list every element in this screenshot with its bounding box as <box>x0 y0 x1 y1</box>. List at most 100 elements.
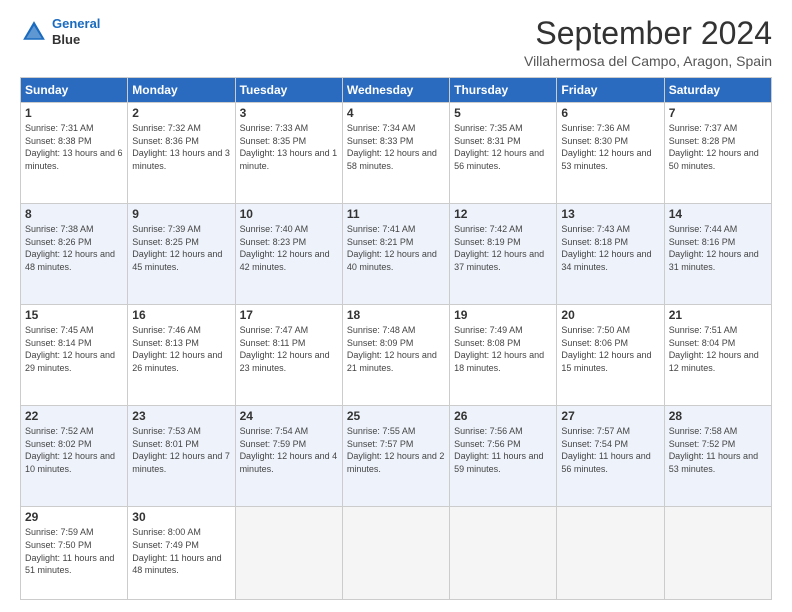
day-info: Sunrise: 7:53 AM Sunset: 8:01 PM Dayligh… <box>132 425 230 475</box>
day-info: Sunrise: 7:43 AM Sunset: 8:18 PM Dayligh… <box>561 223 659 273</box>
day-number: 8 <box>25 207 123 221</box>
day-number: 11 <box>347 207 445 221</box>
logo-icon <box>20 18 48 46</box>
table-row: 10 Sunrise: 7:40 AM Sunset: 8:23 PM Dayl… <box>235 204 342 305</box>
header-wednesday: Wednesday <box>342 78 449 103</box>
day-number: 21 <box>669 308 767 322</box>
calendar-week-row: 8 Sunrise: 7:38 AM Sunset: 8:26 PM Dayli… <box>21 204 772 305</box>
table-row: 29 Sunrise: 7:59 AM Sunset: 7:50 PM Dayl… <box>21 507 128 600</box>
day-info: Sunrise: 7:31 AM Sunset: 8:38 PM Dayligh… <box>25 122 123 172</box>
day-info: Sunrise: 7:58 AM Sunset: 7:52 PM Dayligh… <box>669 425 767 475</box>
table-row: 21 Sunrise: 7:51 AM Sunset: 8:04 PM Dayl… <box>664 305 771 406</box>
day-info: Sunrise: 7:56 AM Sunset: 7:56 PM Dayligh… <box>454 425 552 475</box>
table-row: 7 Sunrise: 7:37 AM Sunset: 8:28 PM Dayli… <box>664 103 771 204</box>
day-number: 10 <box>240 207 338 221</box>
table-row <box>664 507 771 600</box>
day-info: Sunrise: 7:42 AM Sunset: 8:19 PM Dayligh… <box>454 223 552 273</box>
logo-text: General Blue <box>52 16 100 47</box>
day-info: Sunrise: 7:57 AM Sunset: 7:54 PM Dayligh… <box>561 425 659 475</box>
header-thursday: Thursday <box>450 78 557 103</box>
day-number: 4 <box>347 106 445 120</box>
day-number: 20 <box>561 308 659 322</box>
table-row: 27 Sunrise: 7:57 AM Sunset: 7:54 PM Dayl… <box>557 406 664 507</box>
day-number: 17 <box>240 308 338 322</box>
day-number: 3 <box>240 106 338 120</box>
table-row: 5 Sunrise: 7:35 AM Sunset: 8:31 PM Dayli… <box>450 103 557 204</box>
table-row: 2 Sunrise: 7:32 AM Sunset: 8:36 PM Dayli… <box>128 103 235 204</box>
table-row: 30 Sunrise: 8:00 AM Sunset: 7:49 PM Dayl… <box>128 507 235 600</box>
month-title: September 2024 <box>524 16 772 51</box>
day-info: Sunrise: 7:51 AM Sunset: 8:04 PM Dayligh… <box>669 324 767 374</box>
day-number: 14 <box>669 207 767 221</box>
table-row: 9 Sunrise: 7:39 AM Sunset: 8:25 PM Dayli… <box>128 204 235 305</box>
table-row: 26 Sunrise: 7:56 AM Sunset: 7:56 PM Dayl… <box>450 406 557 507</box>
page: General Blue September 2024 Villahermosa… <box>0 0 792 612</box>
table-row: 19 Sunrise: 7:49 AM Sunset: 8:08 PM Dayl… <box>450 305 557 406</box>
calendar-week-row: 1 Sunrise: 7:31 AM Sunset: 8:38 PM Dayli… <box>21 103 772 204</box>
table-row <box>342 507 449 600</box>
day-number: 12 <box>454 207 552 221</box>
table-row: 17 Sunrise: 7:47 AM Sunset: 8:11 PM Dayl… <box>235 305 342 406</box>
day-number: 29 <box>25 510 123 524</box>
day-number: 13 <box>561 207 659 221</box>
day-number: 5 <box>454 106 552 120</box>
day-info: Sunrise: 7:40 AM Sunset: 8:23 PM Dayligh… <box>240 223 338 273</box>
table-row: 11 Sunrise: 7:41 AM Sunset: 8:21 PM Dayl… <box>342 204 449 305</box>
table-row: 12 Sunrise: 7:42 AM Sunset: 8:19 PM Dayl… <box>450 204 557 305</box>
day-info: Sunrise: 7:35 AM Sunset: 8:31 PM Dayligh… <box>454 122 552 172</box>
table-row: 25 Sunrise: 7:55 AM Sunset: 7:57 PM Dayl… <box>342 406 449 507</box>
logo: General Blue <box>20 16 100 47</box>
day-number: 27 <box>561 409 659 423</box>
calendar-week-row: 15 Sunrise: 7:45 AM Sunset: 8:14 PM Dayl… <box>21 305 772 406</box>
table-row: 6 Sunrise: 7:36 AM Sunset: 8:30 PM Dayli… <box>557 103 664 204</box>
day-info: Sunrise: 7:33 AM Sunset: 8:35 PM Dayligh… <box>240 122 338 172</box>
day-number: 1 <box>25 106 123 120</box>
day-number: 18 <box>347 308 445 322</box>
table-row: 20 Sunrise: 7:50 AM Sunset: 8:06 PM Dayl… <box>557 305 664 406</box>
header-friday: Friday <box>557 78 664 103</box>
day-info: Sunrise: 8:00 AM Sunset: 7:49 PM Dayligh… <box>132 526 230 576</box>
header-monday: Monday <box>128 78 235 103</box>
table-row: 3 Sunrise: 7:33 AM Sunset: 8:35 PM Dayli… <box>235 103 342 204</box>
location-title: Villahermosa del Campo, Aragon, Spain <box>524 53 772 69</box>
table-row: 8 Sunrise: 7:38 AM Sunset: 8:26 PM Dayli… <box>21 204 128 305</box>
day-info: Sunrise: 7:32 AM Sunset: 8:36 PM Dayligh… <box>132 122 230 172</box>
day-info: Sunrise: 7:47 AM Sunset: 8:11 PM Dayligh… <box>240 324 338 374</box>
day-info: Sunrise: 7:49 AM Sunset: 8:08 PM Dayligh… <box>454 324 552 374</box>
calendar-header-row: Sunday Monday Tuesday Wednesday Thursday… <box>21 78 772 103</box>
day-info: Sunrise: 7:34 AM Sunset: 8:33 PM Dayligh… <box>347 122 445 172</box>
day-info: Sunrise: 7:59 AM Sunset: 7:50 PM Dayligh… <box>25 526 123 576</box>
table-row <box>557 507 664 600</box>
day-number: 23 <box>132 409 230 423</box>
table-row: 18 Sunrise: 7:48 AM Sunset: 8:09 PM Dayl… <box>342 305 449 406</box>
day-number: 2 <box>132 106 230 120</box>
day-info: Sunrise: 7:45 AM Sunset: 8:14 PM Dayligh… <box>25 324 123 374</box>
header-saturday: Saturday <box>664 78 771 103</box>
day-number: 22 <box>25 409 123 423</box>
day-info: Sunrise: 7:39 AM Sunset: 8:25 PM Dayligh… <box>132 223 230 273</box>
calendar-week-row: 29 Sunrise: 7:59 AM Sunset: 7:50 PM Dayl… <box>21 507 772 600</box>
day-number: 16 <box>132 308 230 322</box>
table-row: 23 Sunrise: 7:53 AM Sunset: 8:01 PM Dayl… <box>128 406 235 507</box>
day-info: Sunrise: 7:36 AM Sunset: 8:30 PM Dayligh… <box>561 122 659 172</box>
day-number: 30 <box>132 510 230 524</box>
day-info: Sunrise: 7:46 AM Sunset: 8:13 PM Dayligh… <box>132 324 230 374</box>
day-number: 24 <box>240 409 338 423</box>
table-row: 4 Sunrise: 7:34 AM Sunset: 8:33 PM Dayli… <box>342 103 449 204</box>
header-tuesday: Tuesday <box>235 78 342 103</box>
table-row: 28 Sunrise: 7:58 AM Sunset: 7:52 PM Dayl… <box>664 406 771 507</box>
day-number: 28 <box>669 409 767 423</box>
day-number: 25 <box>347 409 445 423</box>
day-number: 19 <box>454 308 552 322</box>
day-info: Sunrise: 7:48 AM Sunset: 8:09 PM Dayligh… <box>347 324 445 374</box>
table-row <box>450 507 557 600</box>
calendar-week-row: 22 Sunrise: 7:52 AM Sunset: 8:02 PM Dayl… <box>21 406 772 507</box>
day-info: Sunrise: 7:41 AM Sunset: 8:21 PM Dayligh… <box>347 223 445 273</box>
day-number: 9 <box>132 207 230 221</box>
day-info: Sunrise: 7:37 AM Sunset: 8:28 PM Dayligh… <box>669 122 767 172</box>
day-number: 6 <box>561 106 659 120</box>
table-row: 1 Sunrise: 7:31 AM Sunset: 8:38 PM Dayli… <box>21 103 128 204</box>
table-row: 22 Sunrise: 7:52 AM Sunset: 8:02 PM Dayl… <box>21 406 128 507</box>
table-row: 24 Sunrise: 7:54 AM Sunset: 7:59 PM Dayl… <box>235 406 342 507</box>
title-block: September 2024 Villahermosa del Campo, A… <box>524 16 772 69</box>
